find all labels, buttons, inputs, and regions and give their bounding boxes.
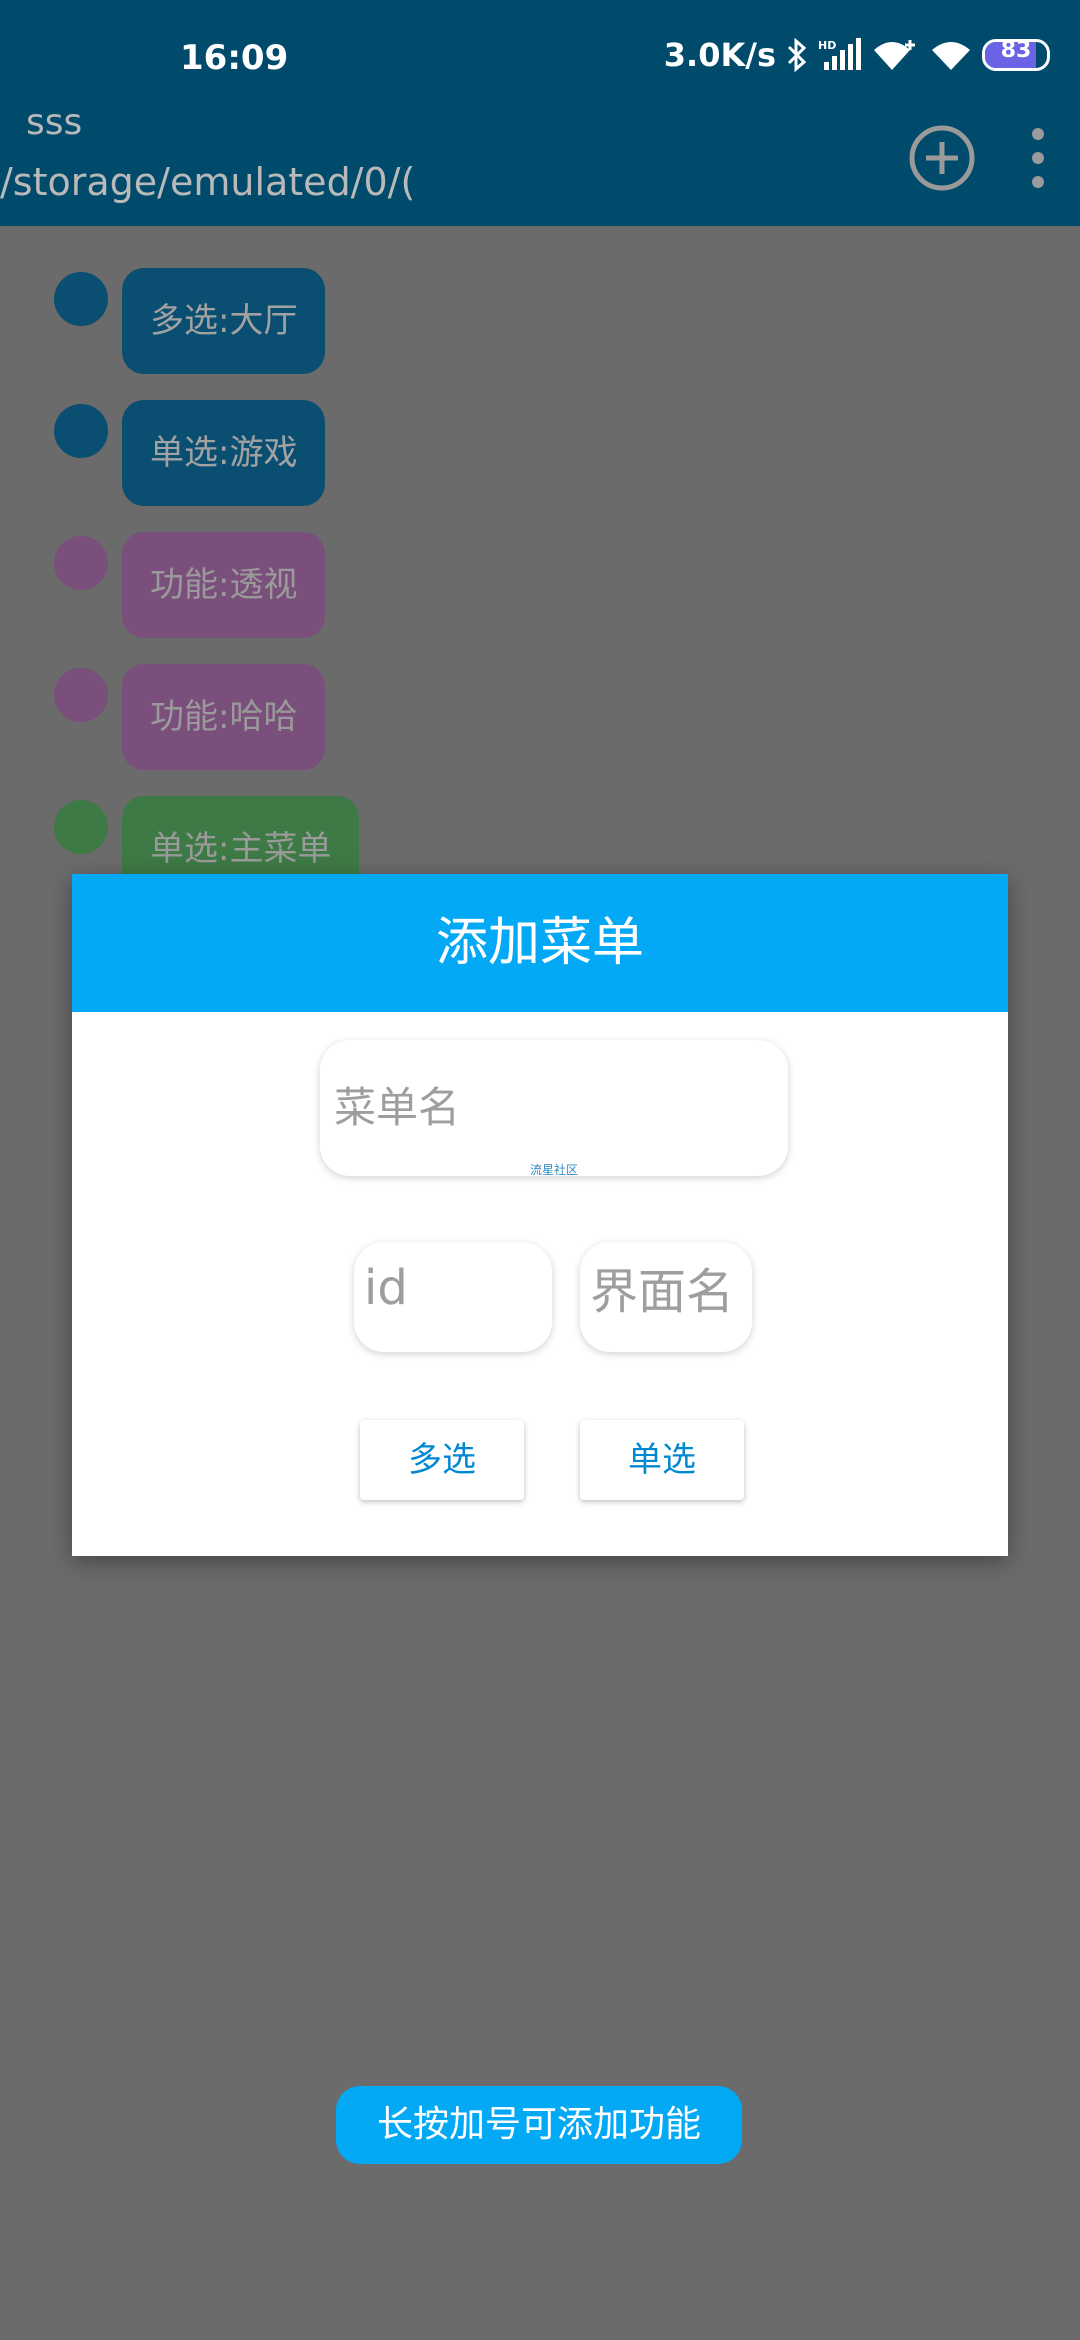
id-placeholder: id	[364, 1260, 408, 1316]
toast-message: 长按加号可添加功能	[336, 2086, 742, 2164]
dialog-title: 添加菜单	[72, 874, 1008, 1012]
battery-icon: 83	[982, 39, 1050, 71]
status-time: 16:09	[180, 38, 289, 78]
wifi-plus-icon	[874, 40, 915, 70]
row-indicator	[54, 536, 108, 590]
status-bar: 16:09 3.0K/s HD 83	[0, 0, 1080, 90]
status-icons: 3.0K/s HD 83	[664, 36, 1050, 74]
watermark-text: 流星社区	[529, 1163, 578, 1177]
add-menu-dialog: 添加菜单 菜单名 流星社区 id 界面名 多选 单选	[72, 874, 1008, 1556]
row-indicator	[54, 668, 108, 722]
single-select-button[interactable]: 单选	[580, 1420, 744, 1500]
menu-chip[interactable]: 单选:游戏	[122, 400, 326, 506]
network-speed: 3.0K/s	[663, 36, 776, 74]
menu-name-input[interactable]: 菜单名 流星社区	[320, 1040, 788, 1177]
page-name-placeholder: 界面名	[590, 1264, 735, 1320]
menu-name-placeholder: 菜单名	[334, 1083, 461, 1132]
app-bar: sss /storage/emulated/0/(	[0, 90, 1080, 226]
hd-signal-icon: HD	[818, 38, 861, 70]
wifi-icon	[932, 42, 970, 70]
bluetooth-icon	[787, 38, 807, 72]
app-title: sss	[26, 102, 83, 143]
id-input[interactable]: id	[354, 1242, 552, 1352]
add-circle-icon[interactable]	[908, 124, 976, 192]
page-name-input[interactable]: 界面名	[580, 1242, 752, 1352]
multi-select-button[interactable]: 多选	[360, 1420, 524, 1500]
row-indicator	[54, 272, 108, 326]
more-vert-icon[interactable]	[1020, 126, 1056, 190]
menu-chip[interactable]: 功能:透视	[122, 532, 326, 638]
menu-chip[interactable]: 多选:大厅	[122, 268, 326, 374]
battery-level: 83	[1000, 39, 1032, 63]
menu-chip[interactable]: 功能:哈哈	[122, 664, 326, 770]
row-indicator	[54, 404, 108, 458]
file-path: /storage/emulated/0/(	[0, 160, 414, 204]
row-indicator	[54, 800, 108, 854]
svg-text:HD: HD	[818, 39, 836, 52]
